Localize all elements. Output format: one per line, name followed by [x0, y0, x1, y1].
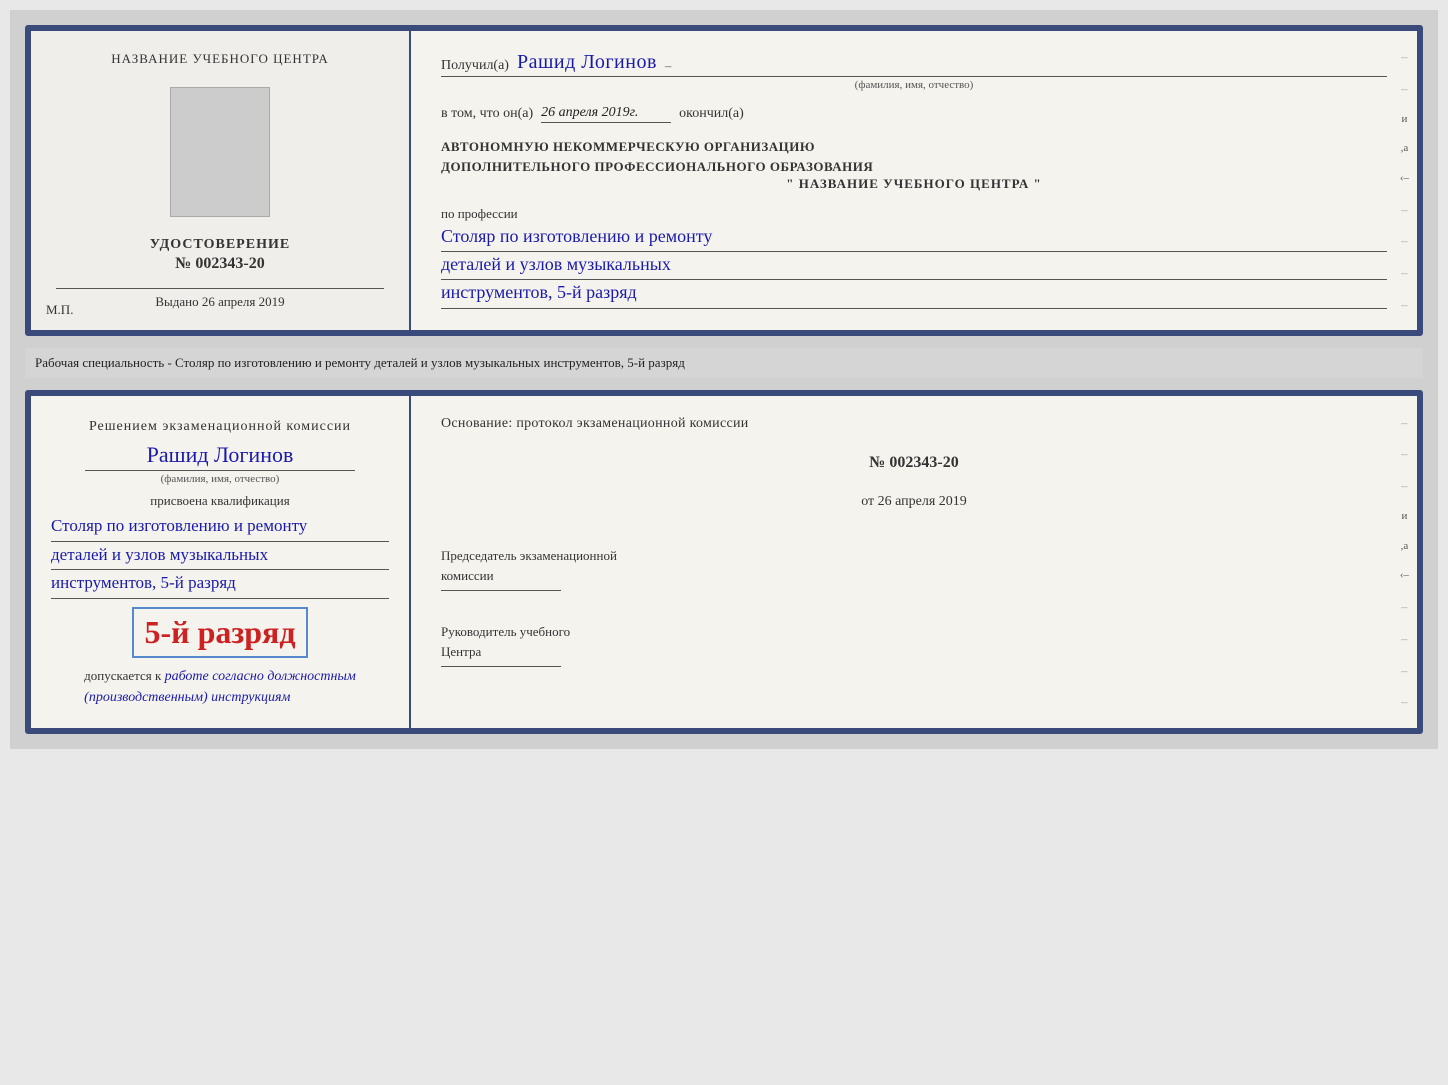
mp-label: М.П. [46, 302, 73, 318]
recipient-block: Получил(а) Рашид Логинов – (фамилия, имя… [441, 51, 1387, 91]
vydano-label: Выдано [155, 294, 198, 309]
chairman-sig-line [441, 590, 561, 591]
decision-title: Решением экзаменационной комиссии [89, 416, 351, 437]
signature-line-top [56, 288, 384, 289]
dopuskaetsya-text: допускается к работе согласно должностны… [84, 666, 356, 708]
recipient-dash: – [665, 58, 672, 74]
bottom-doc-left-panel: Решением экзаменационной комиссии Рашид … [31, 396, 411, 728]
qualification-block: Столяр по изготовлению и ремонту деталей… [51, 513, 389, 599]
profession-label: по профессии [441, 206, 1387, 222]
vydano-line: Выдано 26 апреля 2019 [155, 294, 284, 310]
protocol-date-prefix: от [861, 494, 874, 509]
recipient-subtitle: (фамилия, имя, отчество) [441, 79, 1387, 91]
right-dashes-bottom: – – – и ,а ‹– – – – – [1400, 396, 1409, 728]
fio-subtitle: (фамилия, имя, отчество) [85, 470, 355, 485]
cert-number-value: 002343-20 [195, 255, 264, 272]
vydano-date: 26 апреля 2019 [202, 294, 285, 309]
dopuskaetsya-prefix: допускается к [84, 668, 161, 683]
date-prefix: в том, что он(а) [441, 106, 533, 122]
osnov-label: Основание: протокол экзаменационной коми… [441, 416, 1387, 432]
org-block: АВТОНОМНУЮ НЕКОММЕРЧЕСКУЮ ОРГАНИЗАЦИЮ ДО… [441, 137, 1387, 192]
profession-line3: инструментов, 5-й разряд [441, 280, 1387, 308]
right-dashes-top: – – и ,а ‹– – – – – [1400, 31, 1409, 330]
org-line2: ДОПОЛНИТЕЛЬНОГО ПРОФЕССИОНАЛЬНОГО ОБРАЗО… [441, 157, 1387, 177]
razryad-box: 5-й разряд [132, 607, 307, 658]
photo-placeholder [170, 87, 270, 217]
date-suffix: окончил(а) [679, 106, 744, 122]
qualification-line2: деталей и узлов музыкальных [51, 542, 389, 571]
cert-number-prefix: № [175, 255, 191, 272]
director-label2: Центра [441, 642, 1387, 662]
protocol-date-value: 26 апреля 2019 [878, 494, 967, 509]
protocol-date: от 26 апреля 2019 [441, 494, 1387, 510]
top-document-card: НАЗВАНИЕ УЧЕБНОГО ЦЕНТРА УДОСТОВЕРЕНИЕ №… [25, 25, 1423, 336]
recipient-prefix: Получил(а) [441, 58, 509, 74]
director-label: Руководитель учебного [441, 622, 1387, 642]
org-line1: АВТОНОМНУЮ НЕКОММЕРЧЕСКУЮ ОРГАНИЗАЦИЮ [441, 137, 1387, 157]
cert-number: № 002343-20 [150, 255, 290, 273]
udostoverenie-label: УДОСТОВЕРЕНИЕ [150, 237, 290, 253]
prisvoena-label: присвоена квалификация [150, 493, 289, 509]
chairman-block: Председатель экзаменационной комиссии [441, 546, 1387, 596]
director-sig-line [441, 666, 561, 667]
bottom-doc-right-panel: Основание: протокол экзаменационной коми… [411, 396, 1417, 728]
director-block: Руководитель учебного Центра [441, 622, 1387, 672]
protocol-number-prefix: № [869, 454, 885, 471]
top-doc-left-panel: НАЗВАНИЕ УЧЕБНОГО ЦЕНТРА УДОСТОВЕРЕНИЕ №… [31, 31, 411, 330]
recipient-line: Получил(а) Рашид Логинов – [441, 51, 1387, 77]
qualification-line3: инструментов, 5-й разряд [51, 570, 389, 599]
protocol-number: № 002343-20 [441, 454, 1387, 472]
recipient-name: Рашид Логинов [517, 51, 657, 74]
date-line: в том, что он(а) 26 апреля 2019г. окончи… [441, 105, 1387, 123]
udostoverenie-block: УДОСТОВЕРЕНИЕ № 002343-20 [150, 227, 290, 273]
profession-line1: Столяр по изготовлению и ремонту [441, 224, 1387, 252]
profession-block: по профессии Столяр по изготовлению и ре… [441, 206, 1387, 309]
razryad-number: 5-й разряд [144, 614, 295, 651]
profession-line2: деталей и узлов музыкальных [441, 252, 1387, 280]
date-value: 26 апреля 2019г. [541, 105, 671, 123]
qualification-line1: Столяр по изготовлению и ремонту [51, 513, 389, 542]
decision-name: Рашид Логинов [147, 442, 294, 468]
separator-text: Рабочая специальность - Столяр по изгото… [25, 348, 1423, 378]
protocol-number-value: 002343-20 [889, 454, 958, 471]
org-name-quoted: " НАЗВАНИЕ УЧЕБНОГО ЦЕНТРА " [441, 176, 1387, 192]
dopuskaetsya-handwritten: работе согласно должностным [165, 669, 356, 684]
page-container: НАЗВАНИЕ УЧЕБНОГО ЦЕНТРА УДОСТОВЕРЕНИЕ №… [10, 10, 1438, 749]
bottom-document-card: Решением экзаменационной комиссии Рашид … [25, 390, 1423, 734]
chairman-label2: комиссии [441, 566, 1387, 586]
separator-content: Рабочая специальность - Столяр по изгото… [35, 355, 685, 370]
chairman-label: Председатель экзаменационной [441, 546, 1387, 566]
dopuskaetsya-handwritten2: (производственным) инструкциям [84, 690, 290, 705]
top-center-title: НАЗВАНИЕ УЧЕБНОГО ЦЕНТРА [111, 51, 328, 67]
top-doc-right-panel: Получил(а) Рашид Логинов – (фамилия, имя… [411, 31, 1417, 330]
